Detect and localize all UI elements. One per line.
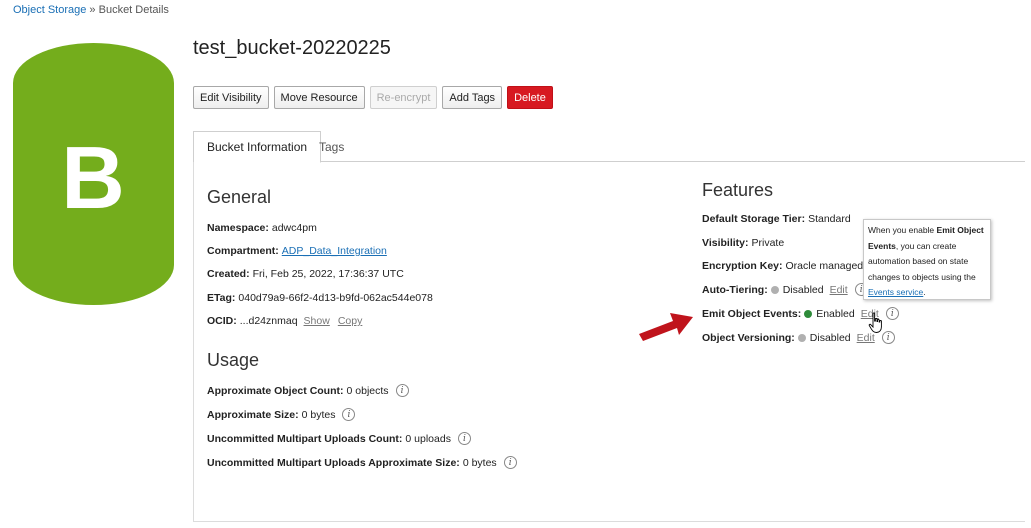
multipart-size-label: Uncommitted Multipart Uploads Approximat… <box>207 456 460 469</box>
delete-button[interactable]: Delete <box>507 86 553 109</box>
tab-tags[interactable]: Tags <box>306 131 357 162</box>
visibility-value: Private <box>751 237 785 249</box>
tooltip-text: When you enable <box>868 225 937 235</box>
events-service-link[interactable]: Events service <box>868 287 923 297</box>
multipart-size-value: 0 bytes <box>462 456 497 469</box>
storage-tier-row: Default Storage Tier: Standard <box>702 213 851 225</box>
tab-bucket-information[interactable]: Bucket Information <box>193 131 322 163</box>
emit-events-tooltip: When you enable Emit Object Events, you … <box>863 219 991 300</box>
compartment-row: Compartment: ADP_Data_Integration <box>207 245 387 257</box>
visibility-label: Visibility: <box>702 237 749 249</box>
encryption-row: Encryption Key: Oracle managed key <box>702 260 882 272</box>
storage-tier-value: Standard <box>808 213 851 225</box>
compartment-link[interactable]: ADP_Data_Integration <box>282 245 387 257</box>
created-row: Created: Fri, Feb 25, 2022, 17:36:37 UTC <box>207 268 404 280</box>
ocid-label: OCID: <box>207 315 237 327</box>
etag-value: 040d79a9-66f2-4d13-b9fd-062ac544e078 <box>238 292 433 304</box>
status-dot-enabled <box>804 309 813 318</box>
general-heading: General <box>207 187 272 207</box>
features-heading: Features <box>702 180 774 200</box>
info-icon[interactable]: i <box>503 456 517 469</box>
object-count-label: Approximate Object Count: <box>207 384 344 397</box>
etag-row: ETag: 040d79a9-66f2-4d13-b9fd-062ac544e0… <box>207 292 433 304</box>
created-value: Fri, Feb 25, 2022, 17:36:37 UTC <box>252 268 404 280</box>
multipart-size-row: Uncommitted Multipart Uploads Approximat… <box>207 456 517 469</box>
multipart-count-row: Uncommitted Multipart Uploads Count: 0 u… <box>207 432 471 445</box>
status-dot-disabled <box>797 333 806 342</box>
page-title: test_bucket-20220225 <box>193 37 391 59</box>
compartment-label: Compartment: <box>207 245 279 257</box>
emit-events-label: Emit Object Events: <box>702 307 802 320</box>
info-icon[interactable]: i <box>885 307 899 320</box>
size-row: Approximate Size: 0 bytes i <box>207 408 356 421</box>
storage-tier-label: Default Storage Tier: <box>702 213 806 225</box>
hand-cursor-icon <box>868 312 882 333</box>
multipart-count-label: Uncommitted Multipart Uploads Count: <box>207 432 403 445</box>
info-icon[interactable]: i <box>395 384 409 397</box>
namespace-row: Namespace: adwc4pm <box>207 222 317 234</box>
info-icon[interactable]: i <box>457 432 471 445</box>
object-count-value: 0 objects <box>346 384 389 397</box>
auto-tiering-value: Disabled <box>782 283 824 296</box>
created-label: Created: <box>207 268 250 280</box>
encryption-label: Encryption Key: <box>702 260 783 272</box>
auto-tiering-edit-link[interactable]: Edit <box>830 284 848 296</box>
bucket-logo-letter: B <box>61 128 125 227</box>
red-arrow-icon <box>639 313 693 341</box>
usage-heading: Usage <box>207 350 260 370</box>
etag-label: ETag: <box>207 292 236 304</box>
breadcrumb-current: Bucket Details <box>98 4 169 16</box>
ocid-copy-link[interactable]: Copy <box>338 315 363 327</box>
ocid-row: OCID: ...d24znmaq Show Copy <box>207 315 362 327</box>
breadcrumb-object-storage-link[interactable]: Object Storage <box>13 4 86 16</box>
versioning-row: Object Versioning: Disabled Edit i <box>702 331 895 344</box>
namespace-label: Namespace: <box>207 222 269 234</box>
size-value: 0 bytes <box>301 408 336 421</box>
emit-events-value: Enabled <box>816 307 855 320</box>
bucket-logo: B <box>13 43 174 305</box>
reencrypt-button: Re-encrypt <box>369 86 438 109</box>
multipart-count-value: 0 uploads <box>405 432 451 445</box>
versioning-value: Disabled <box>809 331 851 344</box>
move-resource-button[interactable]: Move Resource <box>273 86 365 109</box>
versioning-label: Object Versioning: <box>702 331 795 344</box>
breadcrumb-separator: » <box>86 4 99 16</box>
info-icon[interactable]: i <box>342 408 356 421</box>
visibility-row: Visibility: Private <box>702 237 784 249</box>
tab-bar: Bucket Information Tags <box>193 131 1025 163</box>
auto-tiering-label: Auto-Tiering: <box>702 283 768 296</box>
ocid-show-link[interactable]: Show <box>304 315 330 327</box>
add-tags-button[interactable]: Add Tags <box>442 86 503 109</box>
edit-visibility-button[interactable]: Edit Visibility <box>193 86 269 109</box>
status-dot-disabled <box>770 285 779 294</box>
auto-tiering-row: Auto-Tiering: Disabled Edit i <box>702 283 868 296</box>
breadcrumb: Object Storage » Bucket Details <box>13 4 169 16</box>
ocid-value: ...d24znmaq <box>239 315 298 327</box>
size-label: Approximate Size: <box>207 408 299 421</box>
object-count-row: Approximate Object Count: 0 objects i <box>207 384 409 397</box>
tooltip-text: . <box>923 287 926 297</box>
action-toolbar: Edit Visibility Move Resource Re-encrypt… <box>193 86 553 109</box>
namespace-value: adwc4pm <box>271 222 317 234</box>
